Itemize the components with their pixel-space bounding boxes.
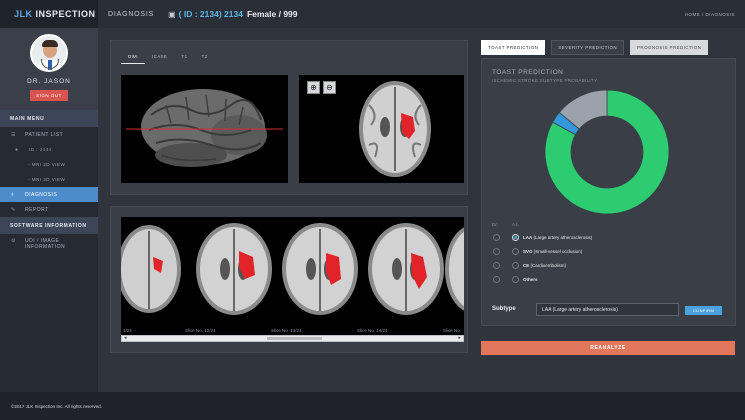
prediction-tabs: TOAST PREDICTION SEVERITY PREDICTION PRO… <box>481 40 709 55</box>
zoom-out-icon: ⊖ <box>326 83 333 92</box>
stethoscope-icon: ⚕ <box>11 191 15 198</box>
sidebar-item-label: UDI / IMAGE INFORMATION <box>25 238 66 250</box>
scroll-thumb[interactable] <box>267 337 322 340</box>
sidebar-item-label: REPORT <box>25 206 49 213</box>
toast-prediction-panel: TOAST PREDICTION ISCHEMIC STROKE SUBTYPE… <box>481 58 736 326</box>
doctor-name: DR. JASON <box>27 78 71 85</box>
option-label-laa: LAA (Large artery atherosclerosis) <box>523 235 593 240</box>
slice-label: Slice No. 13/24 <box>271 328 302 333</box>
prediction-title: TOAST PREDICTION <box>492 69 564 76</box>
sequence-tabs: DWI ICASE T1 T2 <box>121 51 215 64</box>
sidebar-item-udi-info[interactable]: ⚙ UDI / IMAGE INFORMATION <box>0 234 98 256</box>
slice-label: Slice No. 12/24 <box>185 328 216 333</box>
brand-logo[interactable]: JLK INSPECTION <box>0 0 98 28</box>
profile-card: DR. JASON SIGN OUT <box>0 28 98 110</box>
ai-radio-svo[interactable] <box>512 248 519 255</box>
brand-name: INSPECTION <box>35 9 96 19</box>
dr-radio-others[interactable] <box>493 276 500 283</box>
footer: ©2017 JLK Inspection Inc. All rights res… <box>0 392 745 420</box>
slice-strip-render <box>121 223 464 315</box>
tab-icase[interactable]: ICASE <box>145 51 175 64</box>
page-title: DIAGNOSIS <box>108 10 155 18</box>
ai-radio-ce[interactable] <box>512 262 519 269</box>
sidebar-item-diagnosis[interactable]: ⚕ DIAGNOSIS <box>0 187 98 202</box>
scroll-right-icon[interactable]: ▸ <box>458 335 461 341</box>
id-card-icon: ▣ <box>168 9 176 19</box>
option-label-svo: SVO (Small-vessel occlusion) <box>523 249 583 254</box>
zoom-in-icon: ⊕ <box>310 83 317 92</box>
sidebar-item-report[interactable]: ✎ REPORT <box>0 202 98 217</box>
confirm-button[interactable]: CONFIRM <box>685 306 722 315</box>
option-label-others: Others <box>523 277 538 282</box>
signout-button[interactable]: SIGN OUT <box>30 90 68 101</box>
slice-label: Slice No. <box>443 328 462 333</box>
brain-3d-render <box>126 89 283 167</box>
probability-donut-chart <box>544 89 670 215</box>
sidebar-item-mri-2d[interactable]: - MRI 2D VIEW <box>0 157 98 172</box>
tab-dwi[interactable]: DWI <box>121 51 145 64</box>
patient-info: Female / 999 <box>246 9 298 19</box>
sidebar-item-label: - MRI 2D VIEW <box>28 162 66 167</box>
zoom-out-button[interactable]: ⊖ <box>323 81 336 94</box>
sidebar-item-patient-list[interactable]: ☰ PATIENT LIST <box>0 127 98 142</box>
report-icon: ✎ <box>11 206 16 213</box>
dr-radio-svo[interactable] <box>493 248 500 255</box>
copyright-text: ©2017 JLK Inspection Inc. All rights res… <box>11 403 102 409</box>
main-menu-header: MAIN MENU <box>0 110 98 127</box>
sidebar-item-label: DIAGNOSIS <box>25 191 58 198</box>
prediction-subtitle: ISCHEMIC STROKE SUBTYPE PROBABILITY <box>492 78 598 83</box>
gear-icon: ⚙ <box>11 238 16 244</box>
sidebar: JLK INSPECTION DR. JASON SIGN OUT MAIN M… <box>0 0 98 392</box>
option-label-ce: CE (Cardioembolism) <box>523 263 567 268</box>
top-bar: DIAGNOSIS ▣ ( ID : 2134) 2134 Female / 9… <box>98 0 745 28</box>
sidebar-item-label: - MRI 3D VIEW <box>28 177 66 182</box>
main-content: DWI ICASE T1 T2 ⊕ ⊖ 1/24 Slice No. 12/24… <box>98 28 745 392</box>
subtype-field[interactable]: LAA (Large artery atherosclerosis) <box>536 303 679 316</box>
app-root: JLK INSPECTION DR. JASON SIGN OUT MAIN M… <box>0 0 745 420</box>
slice-scrollbar[interactable]: ◂ ▸ <box>121 335 464 342</box>
sidebar-item-label: PATIENT LIST <box>25 131 64 138</box>
slice-strip-panel: 1/24 Slice No. 12/24 Slice No. 13/24 Sli… <box>110 206 468 353</box>
sidebar-item-patient[interactable]: ● ID : 2134 <box>0 142 98 157</box>
user-icon: ● <box>15 146 19 153</box>
slice-label: Slice No. 14/24 <box>357 328 388 333</box>
ai-radio-others[interactable] <box>512 276 519 283</box>
col-header-ai: A.I. <box>512 222 519 227</box>
ai-radio-laa[interactable] <box>512 234 519 241</box>
tab-t1[interactable]: T1 <box>174 51 194 64</box>
dr-radio-laa[interactable] <box>493 234 500 241</box>
brand-prefix: JLK <box>14 9 33 19</box>
list-icon: ☰ <box>11 131 16 138</box>
tab-prognosis-prediction[interactable]: PROGNOSIS PREDICTION <box>630 40 709 55</box>
tab-t2[interactable]: T2 <box>195 51 215 64</box>
slice-label: 1/24 <box>123 328 132 333</box>
axial-slice-viewer[interactable]: ⊕ ⊖ <box>299 75 464 183</box>
col-header-dr: Dr. <box>492 222 498 227</box>
brain-3d-viewer[interactable] <box>121 75 288 183</box>
software-info-header: SOFTWARE INFORMATION <box>0 217 98 234</box>
subtype-value: LAA (Large artery atherosclerosis) <box>542 306 618 313</box>
subtype-label: Subtype <box>492 306 516 312</box>
sidebar-item-mri-3d[interactable]: - MRI 3D VIEW <box>0 172 98 187</box>
slice-strip[interactable]: 1/24 Slice No. 12/24 Slice No. 13/24 Sli… <box>121 217 464 335</box>
mri-viewer-panel: DWI ICASE T1 T2 ⊕ ⊖ <box>110 40 468 195</box>
tab-toast-prediction[interactable]: TOAST PREDICTION <box>481 40 546 55</box>
scroll-left-icon[interactable]: ◂ <box>124 335 127 341</box>
zoom-in-button[interactable]: ⊕ <box>307 81 320 94</box>
breadcrumb[interactable]: HOME / DIAGNOSIS <box>685 12 735 17</box>
reanalyze-button[interactable]: REANALYZE <box>481 341 735 355</box>
patient-id: ( ID : 2134) 2134 <box>178 9 243 19</box>
avatar <box>30 34 68 72</box>
dr-radio-ce[interactable] <box>493 262 500 269</box>
sidebar-item-label: ID : 2134 <box>29 147 52 152</box>
tab-severity-prediction[interactable]: SEVERITY PREDICTION <box>551 40 625 55</box>
